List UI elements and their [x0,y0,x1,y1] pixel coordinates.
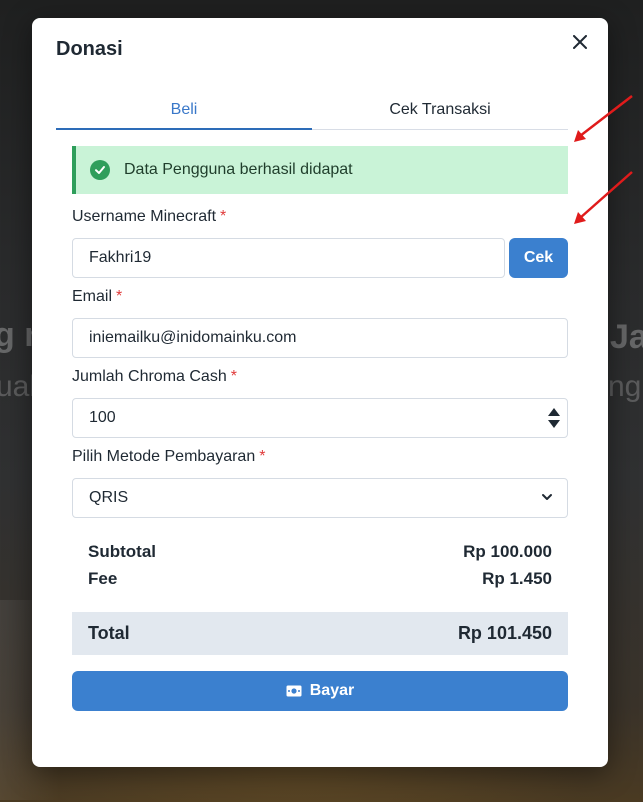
stepper-down-icon[interactable] [548,420,560,428]
payment-method-select[interactable]: QRIS [72,478,568,518]
background-text: ual [0,370,37,403]
payment-label: Pilih Metode Pembayaran * [72,448,265,466]
required-mark: * [220,208,227,225]
fee-row: Fee Rp 1.450 [88,569,552,589]
required-mark: * [259,448,266,465]
close-button[interactable] [568,30,592,54]
username-label: Username Minecraft * [72,208,226,226]
tab-beli[interactable]: Beli [56,90,312,130]
amount-value: 100 [89,409,116,426]
email-label: Email * [72,288,122,306]
fee-value: Rp 1.450 [482,569,552,588]
subtotal-label: Subtotal [88,542,156,561]
background-text: Ja [610,318,643,356]
check-circle-icon [90,160,110,180]
subtotal-row: Subtotal Rp 100.000 [88,542,552,562]
payment-selected-value: QRIS [89,489,129,506]
alert-message: Data Pengguna berhasil didapat [124,161,353,178]
email-label-text: Email [72,288,113,305]
money-icon [286,685,302,697]
subtotal-value: Rp 100.000 [463,542,552,561]
background-text: ng [608,370,642,403]
amount-label-text: Jumlah Chroma Cash [72,368,227,385]
stepper-up-icon[interactable] [548,408,560,416]
username-label-text: Username Minecraft [72,208,217,225]
annotation-arrow-icon [574,95,633,142]
amount-input[interactable]: 100 [72,398,568,438]
total-value: Rp 101.450 [457,623,552,643]
required-mark: * [116,288,123,305]
tab-cek-transaksi[interactable]: Cek Transaksi [312,90,568,129]
amount-label: Jumlah Chroma Cash * [72,368,237,386]
total-row: Total Rp 101.450 [72,612,568,655]
tab-bar: Beli Cek Transaksi [56,90,568,130]
pay-button[interactable]: Bayar [72,671,568,711]
email-value: iniemailku@inidomainku.com [89,329,297,346]
required-mark: * [230,368,237,385]
chevron-down-icon[interactable] [540,490,554,504]
pay-button-label: Bayar [309,682,355,699]
quantity-stepper[interactable] [542,399,566,437]
close-icon [573,35,587,49]
email-input[interactable]: iniemailku@inidomainku.com [72,318,568,358]
success-alert: Data Pengguna berhasil didapat [72,146,568,194]
fee-label: Fee [88,569,118,588]
cek-button[interactable]: Cek [509,238,568,278]
username-value: Fakhri19 [89,249,152,266]
donation-modal: Donasi Beli Cek Transaksi Data Pengguna … [32,18,608,767]
modal-title: Donasi [56,38,123,60]
payment-label-text: Pilih Metode Pembayaran [72,448,256,465]
username-input[interactable]: Fakhri19 [72,238,505,278]
total-label: Total [88,623,130,643]
annotation-arrow-icon [574,171,633,224]
